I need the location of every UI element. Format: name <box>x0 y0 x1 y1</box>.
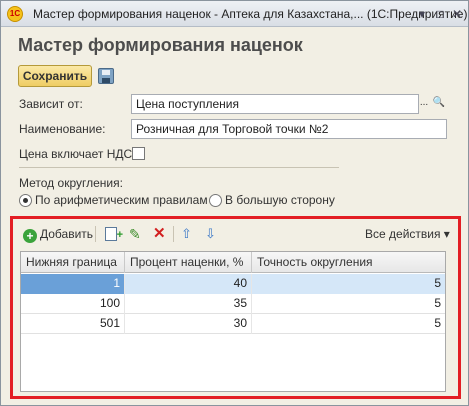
vat-checkbox[interactable] <box>132 147 145 160</box>
name-field[interactable]: Розничная для Торговой точки №2 <box>131 119 447 139</box>
depends-label: Зависит от: <box>19 97 83 111</box>
all-actions-menu[interactable]: Все действия ▾ <box>365 224 450 244</box>
toolbar-separator <box>95 226 96 242</box>
arrow-down-icon: ⇩ <box>205 226 216 241</box>
save-button[interactable]: Сохранить <box>18 65 92 87</box>
depends-on-field[interactable]: Цена поступления <box>131 94 419 114</box>
rounding-arithmetic-radio[interactable] <box>19 194 32 207</box>
table-row[interactable]: 1 40 5 <box>21 274 445 294</box>
markup-table: Нижняя граница Процент наценки, % Точнос… <box>20 251 446 392</box>
window-title: Мастер формирования наценок - Аптека для… <box>33 7 468 21</box>
divider <box>19 167 339 168</box>
select-button[interactable]: ... <box>417 95 431 113</box>
rounding-up-radio[interactable] <box>209 194 222 207</box>
cell-markup-percent[interactable]: 40 <box>125 274 252 294</box>
arrow-up-icon: ⇧ <box>181 226 192 241</box>
save-disk-icon[interactable] <box>98 68 114 84</box>
cell-lower-bound[interactable]: 1 <box>21 274 125 294</box>
toolbar-separator <box>173 226 174 242</box>
table-toolbar: +Добавить ✎ ✕ ⇧ ⇩ Все действия ▾ <box>15 222 455 246</box>
title-bar: 1С Мастер формирования наценок - Аптека … <box>1 1 468 27</box>
cell-markup-percent[interactable]: 35 <box>125 294 252 314</box>
maximize-icon[interactable]: □ <box>431 5 449 23</box>
rounding-up-label[interactable]: В большую сторону <box>225 193 335 207</box>
search-icon[interactable]: 🔍 <box>432 95 446 113</box>
table-row[interactable]: 100 35 5 <box>21 294 445 314</box>
delete-button[interactable]: ✕ <box>153 224 166 244</box>
delete-icon: ✕ <box>153 225 166 242</box>
copy-button[interactable] <box>105 224 123 245</box>
page-title: Мастер формирования наценок <box>18 35 303 55</box>
column-lower-bound[interactable]: Нижняя граница <box>21 252 125 273</box>
move-down-button[interactable]: ⇩ <box>205 224 216 244</box>
copy-icon <box>105 225 123 245</box>
column-rounding-precision[interactable]: Точность округления <box>252 252 445 273</box>
edit-button[interactable]: ✎ <box>129 224 141 244</box>
table-row[interactable]: 501 30 5 <box>21 314 445 334</box>
window-menu-icon[interactable]: ▾ <box>413 5 431 23</box>
rounding-label: Метод округления: <box>19 176 123 190</box>
cell-lower-bound[interactable]: 100 <box>21 294 125 314</box>
cell-markup-percent[interactable]: 30 <box>125 314 252 334</box>
cell-rounding-precision[interactable]: 5 <box>252 314 445 334</box>
cell-lower-bound[interactable]: 501 <box>21 314 125 334</box>
vat-label: Цена включает НДС: <box>19 147 136 161</box>
cell-rounding-precision[interactable]: 5 <box>252 274 445 294</box>
add-button-label: Добавить <box>40 227 94 241</box>
rounding-arithmetic-label[interactable]: По арифметическим правилам <box>35 193 208 207</box>
column-markup-percent[interactable]: Процент наценки, % <box>125 252 252 273</box>
add-button[interactable]: + Добавить <box>23 224 93 244</box>
name-label: Наименование: <box>19 122 106 136</box>
move-up-button[interactable]: ⇧ <box>181 224 192 244</box>
cell-rounding-precision[interactable]: 5 <box>252 294 445 314</box>
main-window: 1С Мастер формирования наценок - Аптека … <box>0 0 469 406</box>
plus-icon: + <box>23 229 37 243</box>
close-icon[interactable]: ✕ <box>448 5 466 23</box>
app-logo-icon[interactable]: 1С <box>7 6 23 22</box>
table-header: Нижняя граница Процент наценки, % Точнос… <box>21 252 445 273</box>
pencil-icon: ✎ <box>129 226 141 242</box>
